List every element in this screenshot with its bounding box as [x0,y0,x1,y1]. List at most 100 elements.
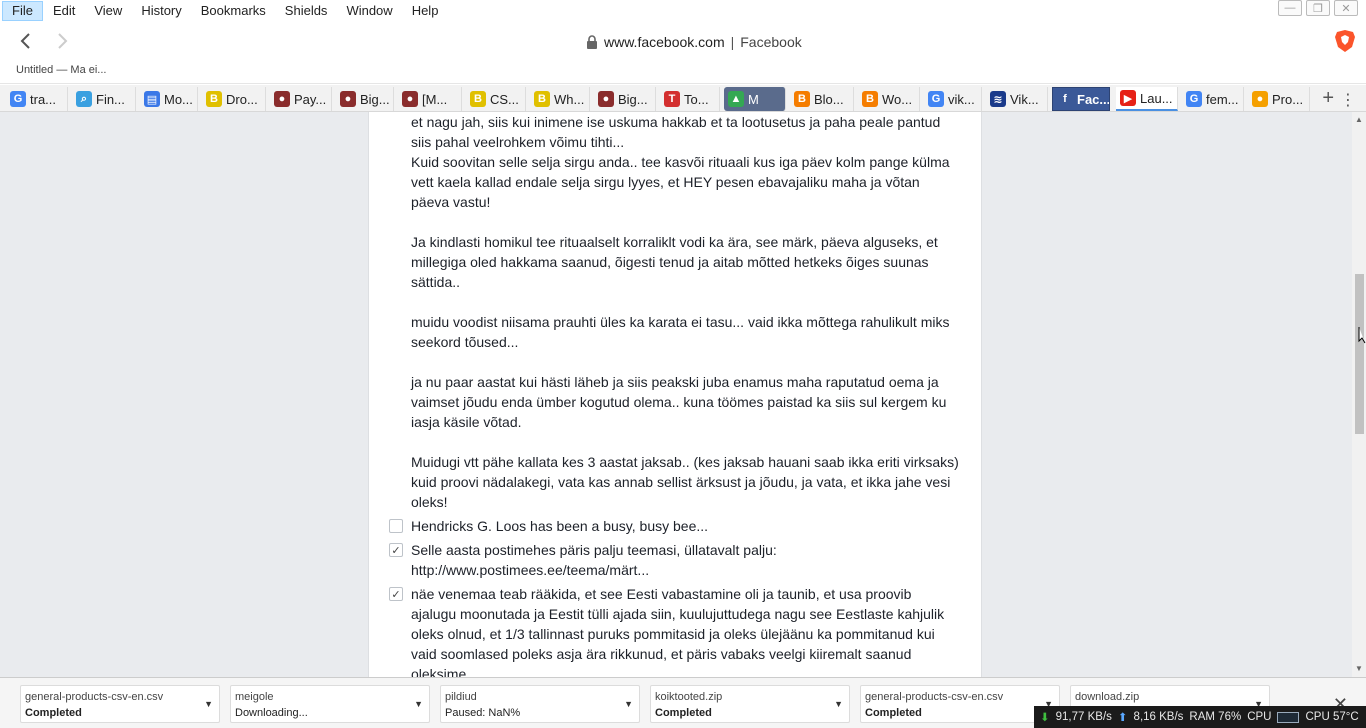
vertical-scrollbar[interactable]: ▲ ▼ [1352,112,1366,677]
tab-7[interactable]: B CS... [466,87,526,111]
page-content: et nagu jah, siis kui inimene ise uskuma… [0,112,1366,677]
menu-file[interactable]: File [2,1,43,21]
notification-checkbox[interactable]: ✓ [389,543,403,557]
photo-search-icon: ⌕ [76,91,92,107]
tab-13[interactable]: B Wo... [858,87,920,111]
tab-19[interactable]: ● Pro... [1248,87,1310,111]
notification-text[interactable]: Selle aasta postimehes päris palju teema… [411,540,971,580]
parrot-icon: ● [598,91,614,107]
upload-arrow-icon: ⬆ [1117,712,1128,724]
download-item[interactable]: general-products-csv-en.csv Completed ▼ [20,685,220,723]
tab-15[interactable]: ≋ Vik... [986,87,1048,111]
tab-17[interactable]: ▶ Lau... [1116,87,1178,111]
chevron-down-icon[interactable]: ▼ [834,699,843,709]
tab-16[interactable]: f Fac... [1052,87,1110,111]
address-bar-row: www.facebook.com | Facebook [0,22,1366,60]
close-window-button[interactable]: ✕ [1334,0,1358,16]
bigbuy-icon: B [206,91,222,107]
notification-checkbox[interactable] [389,519,403,533]
tab-8[interactable]: B Wh... [530,87,590,111]
tab-label: Fin... [96,91,125,107]
notification-text[interactable]: Hendricks G. Loos has been a busy, busy … [411,516,971,536]
menu-bookmarks[interactable]: Bookmarks [192,1,275,21]
tab-1[interactable]: ⌕ Fin... [72,87,136,111]
url-field[interactable]: www.facebook.com | Facebook [586,32,802,52]
google-icon: G [928,91,944,107]
parrot-icon: ● [274,91,290,107]
tab-label: Pay... [294,91,327,107]
minimize-button[interactable]: — [1278,0,1302,16]
download-arrow-icon: ⬇ [1040,712,1050,724]
blogger-icon: B [862,91,878,107]
drive-eye-icon: ▲ [728,91,744,107]
window-controls: — ❐ ✕ [1278,0,1358,16]
new-tab-button[interactable]: + [1322,87,1334,110]
forward-button[interactable] [51,29,75,53]
tab-18[interactable]: Gfem... [1182,87,1244,111]
message-paragraph: muidu voodist niisama prauhti üles ka ka… [411,314,950,350]
tab-9[interactable]: ● Big... [594,87,656,111]
tab-strip: Gtra... ⌕ Fin... ▤ Mo... B Dro... ● Pay... ● Big..… [0,85,1366,112]
message-paragraph: Muidugi vtt pähe kallata kes 3 aastat ja… [411,454,959,510]
parrot-icon: ● [340,91,356,107]
tab-0[interactable]: Gtra... [6,87,68,111]
brave-shield-icon[interactable] [1334,29,1356,53]
tab-label: Blo... [814,91,844,107]
menu-bar: File Edit View History Bookmarks Shields Windo… [0,0,1366,22]
tab-4[interactable]: ● Pay... [270,87,332,111]
scroll-up-arrow-icon[interactable]: ▲ [1354,115,1364,125]
tab-12[interactable]: B Blo... [790,87,854,111]
scrollbar-thumb[interactable] [1355,274,1364,434]
menu-edit[interactable]: Edit [44,1,84,21]
scroll-down-arrow-icon[interactable]: ▼ [1354,664,1364,674]
tab-11[interactable]: ▲ M [724,87,786,111]
tab-label: [M... [422,91,448,107]
browser-menu-icon[interactable]: ⋮ [1340,90,1356,110]
chevron-down-icon[interactable]: ▼ [624,699,633,709]
tab-label: CS... [490,91,519,107]
url-host: www.facebook.com [604,34,725,50]
google-icon: G [10,91,26,107]
download-filename: general-products-csv-en.csv [865,691,1004,703]
tab-5[interactable]: ● Big... [336,87,394,111]
mouse-cursor-icon [1358,327,1366,344]
menu-window[interactable]: Window [337,1,401,21]
tab-10[interactable]: T To... [660,87,720,111]
chevron-right-icon [58,33,68,49]
download-filename: koiktooted.zip [655,691,723,703]
tab-6[interactable]: ● [M... [398,87,462,111]
tab-label: Pro... [1272,91,1304,107]
download-status: Downloading... [235,707,308,719]
bookmark-row: Untitled — Ma ei... [0,60,1366,84]
tab-label: Wo... [882,91,913,107]
message-paragraph: ja nu paar aastat kui hästi läheb ja sii… [411,374,947,430]
download-filename: pildiud [445,691,477,703]
download-item[interactable]: koiktooted.zip Completed ▼ [650,685,850,723]
ram-usage: RAM 76% [1189,711,1242,723]
chevron-left-icon [20,33,30,49]
menu-view[interactable]: View [85,1,131,21]
google-icon: G [1186,91,1202,107]
download-item[interactable]: pildiud Paused: NaN% ▼ [440,685,640,723]
notification-checkbox[interactable]: ✓ [389,587,403,601]
chevron-down-icon[interactable]: ▼ [204,699,213,709]
chevron-down-icon[interactable]: ▼ [414,699,423,709]
download-filename: meigole [235,691,274,703]
tab-2[interactable]: ▤ Mo... [140,87,198,111]
restore-button[interactable]: ❐ [1306,0,1330,16]
back-button[interactable] [13,29,37,53]
tab-label: Big... [360,91,390,107]
download-item[interactable]: general-products-csv-en.csv Completed ▼ [860,685,1060,723]
tab-label: M [748,91,759,107]
youtube-icon: ▶ [1120,90,1136,106]
menu-help[interactable]: Help [403,1,448,21]
facebook-icon: f [1057,91,1073,107]
menu-history[interactable]: History [132,1,190,21]
download-item[interactable]: meigole Downloading... ▼ [230,685,430,723]
page-caption: Untitled — Ma ei... [16,64,107,76]
notification-text[interactable]: näe venemaa teab rääkida, et see Eesti v… [411,584,971,677]
menu-shields[interactable]: Shields [276,1,337,21]
url-separator: | [730,34,735,50]
tab-3[interactable]: B Dro... [202,87,266,111]
tab-14[interactable]: Gvik... [924,87,982,111]
